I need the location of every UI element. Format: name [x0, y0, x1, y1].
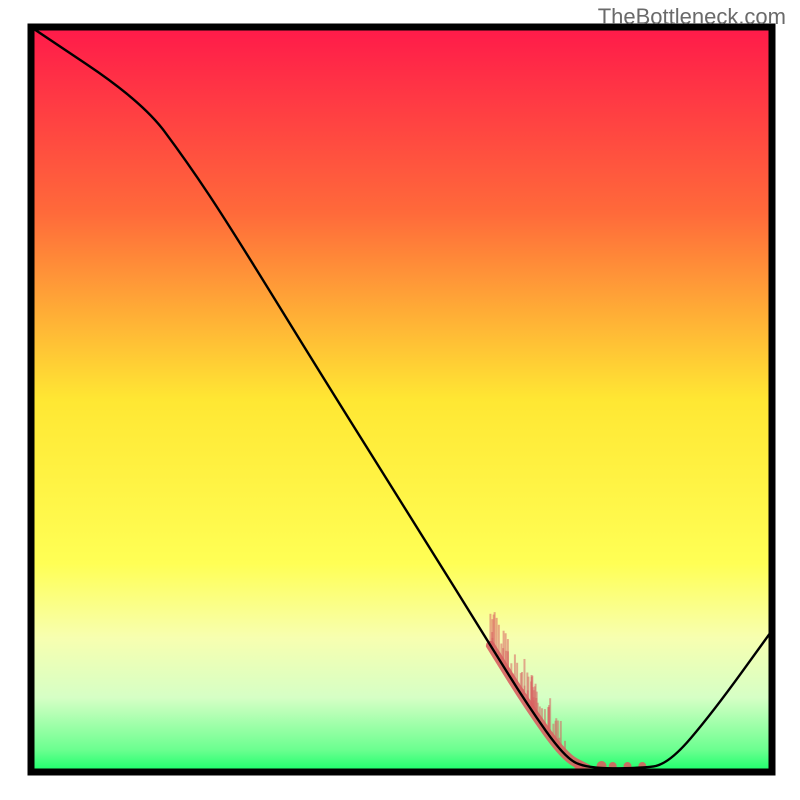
- gradient-background: [31, 27, 772, 772]
- bottleneck-chart: [0, 0, 800, 800]
- attribution-label: TheBottleneck.com: [598, 4, 786, 30]
- chart-frame: TheBottleneck.com: [0, 0, 800, 800]
